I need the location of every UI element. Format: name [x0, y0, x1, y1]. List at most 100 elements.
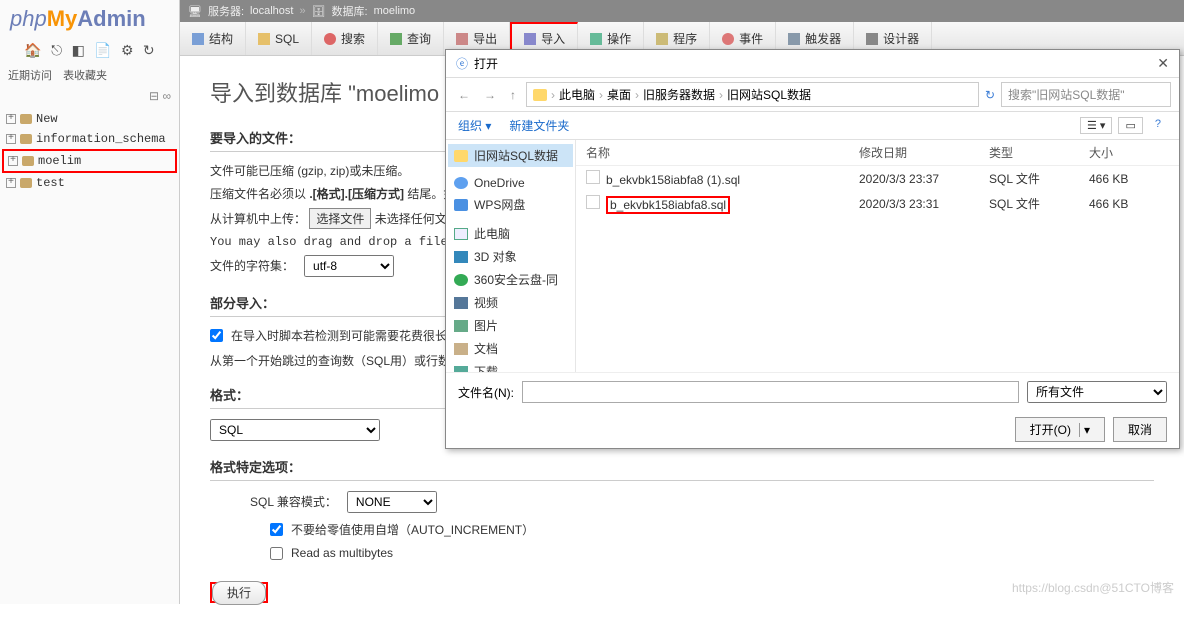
choose-file-button[interactable]: 选择文件 — [309, 208, 371, 229]
path-bar[interactable]: ›此电脑 ›桌面 ›旧服务器数据 ›旧网站SQL数据 — [526, 82, 979, 107]
refresh-icon[interactable]: ↻ — [985, 88, 995, 102]
tab-query[interactable]: 查询 — [378, 22, 444, 55]
struct-icon — [192, 33, 204, 45]
file-row[interactable]: b_ekvbk158iabfa8 (1).sql 2020/3/3 23:37 … — [576, 166, 1179, 191]
tree-item-test[interactable]: +test — [2, 173, 177, 193]
expand-icon[interactable]: + — [6, 114, 16, 124]
forward-icon[interactable]: → — [480, 88, 500, 102]
side-pic[interactable]: 图片 — [448, 314, 573, 337]
tree-item-moelim[interactable]: +moelim — [2, 149, 177, 173]
export-icon — [456, 33, 468, 45]
file-open-dialog: ⓔ 打开 ✕ ← → ↑ ›此电脑 ›桌面 ›旧服务器数据 ›旧网站SQL数据 … — [445, 49, 1180, 449]
format-select[interactable]: SQL — [210, 419, 380, 441]
tab-sql[interactable]: SQL — [246, 22, 312, 55]
search-icon — [324, 33, 336, 45]
file-header: 名称 修改日期 类型 大小 — [576, 140, 1179, 166]
multi-row: Read as multibytes — [210, 546, 1154, 560]
search-input[interactable]: 搜索"旧网站SQL数据" — [1001, 82, 1171, 107]
side-3d[interactable]: 3D 对象 — [448, 245, 573, 268]
expand-icon[interactable]: + — [6, 178, 16, 188]
reload-icon[interactable]: ↻ — [143, 42, 155, 58]
sql-icon[interactable]: ◧ — [72, 42, 85, 58]
logo[interactable]: phpMyAdmin — [0, 0, 179, 38]
tab-struct[interactable]: 结构 — [180, 22, 246, 55]
gear-icon[interactable]: ⚙ — [121, 42, 134, 58]
breadcrumb: 🖥 服务器: localhost » 🗄 数据库: moelimo — [180, 0, 1184, 22]
col-type[interactable]: 类型 — [989, 144, 1089, 161]
file-icon — [586, 195, 600, 209]
file-list: 名称 修改日期 类型 大小 b_ekvbk158iabfa8 (1).sql 2… — [576, 140, 1179, 372]
expand-icon[interactable]: + — [8, 156, 18, 166]
home-icons: 🏠 ⎋ ◧ 📄 ⚙ ↻ — [0, 38, 179, 63]
col-date[interactable]: 修改日期 — [859, 144, 989, 161]
db-name[interactable]: moelimo — [374, 5, 416, 17]
chevron-down-icon[interactable]: ▾ — [1079, 423, 1090, 437]
home-icon[interactable]: 🏠 — [24, 42, 41, 58]
view-icon[interactable]: ☰ ▾ — [1080, 117, 1112, 134]
autoinc-checkbox[interactable] — [270, 523, 283, 536]
expand-icon[interactable]: + — [6, 134, 16, 144]
dialog-filename-row: 文件名(N): 所有文件 — [446, 372, 1179, 411]
filter-select[interactable]: 所有文件 — [1027, 381, 1167, 403]
file-row[interactable]: b_ekvbk158iabfa8.sql 2020/3/3 23:31 SQL … — [576, 191, 1179, 216]
filter-icon[interactable]: ∞ — [162, 89, 171, 103]
tree-item-info[interactable]: +information_schema — [2, 129, 177, 149]
document-icon — [454, 343, 468, 355]
timeout-checkbox[interactable] — [210, 329, 223, 342]
folder-icon — [533, 89, 547, 101]
side-dl[interactable]: 下载 — [448, 360, 573, 372]
server-label: 服务器: — [208, 3, 244, 19]
pc-icon — [454, 228, 468, 240]
charset-label: 文件的字符集： — [210, 259, 294, 273]
dialog-sidebar: 旧网站SQL数据 OneDrive WPS网盘 此电脑 3D 对象 360安全云… — [446, 140, 576, 372]
multi-label: Read as multibytes — [291, 546, 393, 560]
side-video[interactable]: 视频 — [448, 291, 573, 314]
cancel-button[interactable]: 取消 — [1113, 417, 1167, 442]
db-tree: +New +information_schema +moelim +test — [0, 105, 179, 197]
db-icon — [20, 134, 32, 144]
video-icon — [454, 297, 468, 309]
collapse-icon[interactable]: ⊟ — [149, 89, 159, 103]
side-360[interactable]: 360安全云盘-同 — [448, 268, 573, 291]
close-icon[interactable]: ✕ — [1157, 55, 1169, 72]
dialog-title-bar: ⓔ 打开 ✕ — [446, 50, 1179, 77]
charset-select[interactable]: utf-8 — [304, 255, 394, 277]
fav-link[interactable]: 表收藏夹 — [63, 70, 107, 82]
side-doc[interactable]: 文档 — [448, 337, 573, 360]
up-icon[interactable]: ↑ — [506, 88, 520, 102]
side-onedrive[interactable]: OneDrive — [448, 173, 573, 193]
compat-select[interactable]: NONE — [347, 491, 437, 513]
preview-icon[interactable]: ▭ — [1118, 117, 1142, 134]
trig-icon — [788, 33, 800, 45]
filename-input[interactable] — [522, 381, 1019, 403]
open-button[interactable]: 打开(O)▾ — [1015, 417, 1105, 442]
db-icon — [22, 156, 34, 166]
sidebar: phpMyAdmin 🏠 ⎋ ◧ 📄 ⚙ ↻ 近期访问 表收藏夹 ⊟ ∞ +Ne… — [0, 0, 180, 604]
side-current-folder[interactable]: 旧网站SQL数据 — [448, 144, 573, 167]
docs-icon[interactable]: 📄 — [94, 42, 111, 58]
dialog-toolbar: 组织 ▾ 新建文件夹 ☰ ▾ ▭ ? — [446, 112, 1179, 140]
execute-button[interactable]: 执行 — [212, 581, 266, 605]
db-icon — [20, 114, 32, 124]
dialog-body: 旧网站SQL数据 OneDrive WPS网盘 此电脑 3D 对象 360安全云… — [446, 140, 1179, 372]
side-thispc[interactable]: 此电脑 — [448, 222, 573, 245]
new-folder-button[interactable]: 新建文件夹 — [509, 117, 569, 134]
recent-link[interactable]: 近期访问 — [8, 70, 52, 82]
tree-item-new[interactable]: +New — [2, 109, 177, 129]
col-name[interactable]: 名称 — [586, 144, 859, 161]
upload-label: 从计算机中上传： — [210, 212, 306, 226]
logout-icon[interactable]: ⎋ — [51, 42, 62, 58]
tab-search[interactable]: 搜索 — [312, 22, 378, 55]
col-size[interactable]: 大小 — [1089, 144, 1169, 161]
side-wps[interactable]: WPS网盘 — [448, 193, 573, 216]
obj3d-icon — [454, 251, 468, 263]
compat-row: SQL 兼容模式： NONE — [210, 491, 1154, 513]
autoinc-row: 不要给零值使用自增（AUTO_INCREMENT） — [210, 521, 1154, 538]
dialog-nav: ← → ↑ ›此电脑 ›桌面 ›旧服务器数据 ›旧网站SQL数据 ↻ 搜索"旧网… — [446, 77, 1179, 112]
dialog-buttons: 打开(O)▾ 取消 — [446, 411, 1179, 448]
organize-button[interactable]: 组织 ▾ — [458, 117, 491, 134]
multi-checkbox[interactable] — [270, 547, 283, 560]
help-icon[interactable]: ? — [1149, 117, 1167, 134]
back-icon[interactable]: ← — [454, 88, 474, 102]
server-name[interactable]: localhost — [250, 5, 293, 17]
